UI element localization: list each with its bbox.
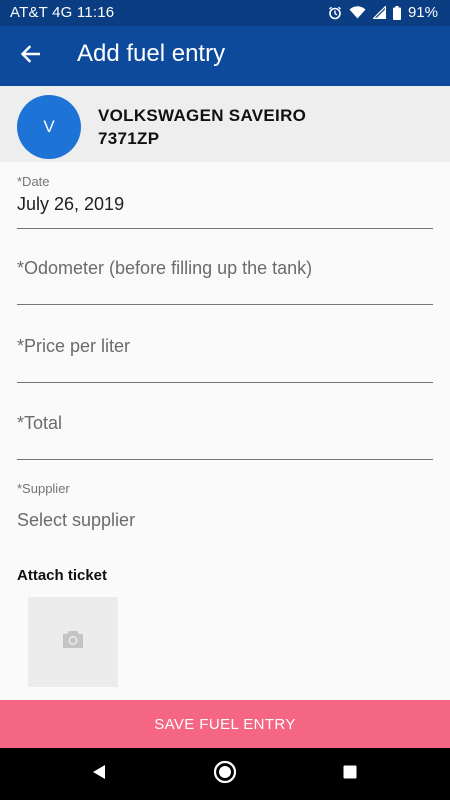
carrier-time: AT&T 4G 11:16: [10, 4, 115, 21]
alarm-icon: [328, 6, 342, 20]
nav-back-button[interactable]: [85, 760, 113, 788]
back-button[interactable]: [12, 41, 48, 71]
price-per-liter-field[interactable]: *Price per liter: [17, 336, 433, 383]
status-icons: 91%: [328, 4, 438, 21]
attach-ticket-button[interactable]: [28, 597, 118, 687]
status-bar: AT&T 4G 11:16 91%: [0, 0, 450, 26]
attach-ticket-label: Attach ticket: [17, 567, 108, 584]
date-value: July 26, 2019: [17, 194, 125, 214]
app-bar: Add fuel entry: [0, 26, 450, 86]
battery-icon: [392, 5, 401, 20]
total-field[interactable]: *Total: [17, 413, 433, 460]
vehicle-avatar: V: [17, 95, 81, 159]
system-nav-bar: [0, 748, 450, 800]
home-circle-icon: [213, 760, 237, 789]
nav-home-button[interactable]: [211, 760, 239, 788]
save-fuel-entry-button[interactable]: SAVE FUEL ENTRY: [0, 700, 450, 748]
recents-square-icon: [342, 764, 358, 785]
vehicle-header: V VOLKSWAGEN SAVEIRO 7371ZP: [0, 86, 450, 162]
page-title: Add fuel entry: [77, 40, 226, 67]
signal-icon: [372, 6, 386, 19]
date-label: *Date: [17, 174, 50, 189]
supplier-select[interactable]: *Supplier Select supplier: [17, 481, 433, 531]
supplier-placeholder: Select supplier: [17, 510, 136, 530]
supplier-label: *Supplier: [17, 481, 70, 496]
camera-icon: [62, 630, 84, 654]
date-field[interactable]: *Date July 26, 2019: [17, 172, 433, 229]
wifi-icon: [349, 6, 366, 19]
odometer-field[interactable]: *Odometer (before filling up the tank): [17, 258, 433, 305]
vehicle-name: VOLKSWAGEN SAVEIRO: [98, 106, 307, 125]
total-placeholder: *Total: [17, 413, 63, 433]
arrow-left-icon: [20, 44, 41, 68]
back-triangle-icon: [91, 764, 107, 785]
battery-percent: 91%: [407, 4, 438, 21]
price-per-liter-placeholder: *Price per liter: [17, 336, 131, 356]
nav-recents-button[interactable]: [336, 760, 364, 788]
vehicle-plate: 7371ZP: [98, 129, 160, 148]
odometer-placeholder: *Odometer (before filling up the tank): [17, 258, 313, 278]
